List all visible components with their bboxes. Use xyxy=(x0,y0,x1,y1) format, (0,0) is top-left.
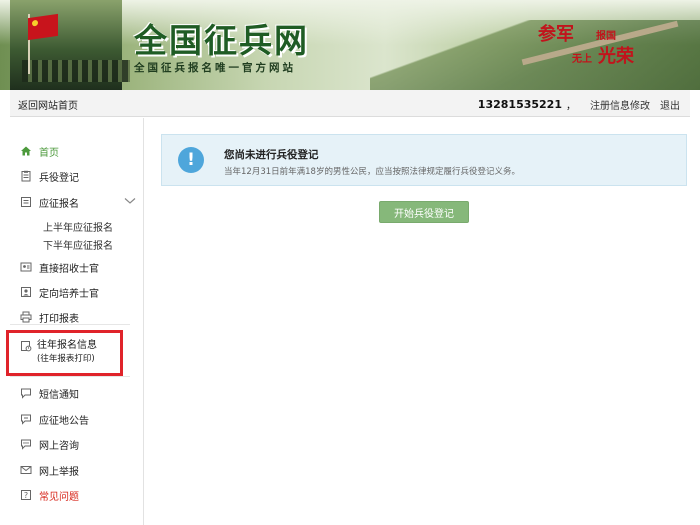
phone-separator: ， xyxy=(566,101,576,112)
announcement-icon xyxy=(20,413,32,425)
person-card-icon xyxy=(20,286,32,298)
troops-image xyxy=(10,0,130,90)
svg-text:?: ? xyxy=(24,491,28,500)
printer-icon xyxy=(20,311,32,323)
header-banner: 全国征兵网 全国征兵报名唯一官方网站 参军 报国 无上 光荣 xyxy=(0,0,700,90)
sidebar-divider xyxy=(10,376,130,377)
document-icon xyxy=(20,196,32,208)
registration-notice: ! 您尚未进行兵役登记 当年12月31日前年满18岁的男性公民，应当按照法律规定… xyxy=(161,134,687,186)
sidebar-item-home[interactable]: 首页 xyxy=(10,140,144,162)
top-bar: 返回网站首页 13281535221 ， 注册信息修改 退出 xyxy=(10,90,690,117)
sidebar-item-enlistment-application[interactable]: 应征报名 xyxy=(10,191,144,213)
user-phone: 13281535221 xyxy=(477,98,562,111)
sidebar-item-label: 网上咨询 xyxy=(39,440,79,452)
sidebar-item-label: 应征地公告 xyxy=(39,415,89,427)
id-card-icon xyxy=(20,261,32,273)
slogan-text-4: 光荣 xyxy=(598,46,634,67)
sidebar-item-direct-nco[interactable]: 直接招收士官 xyxy=(10,256,144,278)
edit-registration-link[interactable]: 注册信息修改 xyxy=(590,97,650,112)
sidebar-item-online-report[interactable]: 网上举报 xyxy=(10,459,144,481)
sidebar-item-online-consultation[interactable]: 网上咨询 xyxy=(10,433,144,455)
site-subtitle: 全国征兵报名唯一官方网站 xyxy=(134,62,296,74)
back-to-home-link[interactable]: 返回网站首页 xyxy=(18,97,78,112)
chat-icon xyxy=(20,387,32,399)
sidebar-item-label: 定向培养士官 xyxy=(39,288,99,300)
past-applications-label[interactable]: 往年报名信息 xyxy=(37,336,97,351)
notice-description: 当年12月31日前年满18岁的男性公民，应当按照法律规定履行兵役登记义务。 xyxy=(224,167,520,177)
sidebar-item-directed-nco[interactable]: 定向培养士官 xyxy=(10,281,144,303)
info-icon: ! xyxy=(178,147,204,173)
start-registration-button[interactable]: 开始兵役登记 xyxy=(379,201,469,223)
mail-icon xyxy=(20,464,32,476)
sidebar: 首页 兵役登记 应征报名 上半年应征报名 下半年应征报名 直接招收士官 定向培养… xyxy=(10,118,144,525)
past-applications-sublabel[interactable]: (往年报表打印) xyxy=(37,352,95,364)
clipboard-icon xyxy=(20,170,32,182)
sidebar-item-label: 网上举报 xyxy=(39,466,79,478)
home-icon xyxy=(20,145,32,157)
sidebar-item-label: 应征报名 xyxy=(39,198,79,210)
sidebar-subitem-first-half[interactable]: 上半年应征报名 xyxy=(43,219,113,234)
sidebar-divider xyxy=(10,324,130,325)
chevron-down-icon[interactable] xyxy=(124,197,136,208)
soldiers-row xyxy=(22,60,130,82)
sidebar-item-label: 常见问题 xyxy=(39,491,79,503)
sidebar-item-label: 打印报表 xyxy=(39,313,79,325)
slogan-calligraphy: 参军 报国 无上 光荣 xyxy=(530,14,650,74)
sidebar-item-label: 短信通知 xyxy=(39,389,79,401)
site-logo-title: 全国征兵网 xyxy=(134,21,309,60)
notice-title: 您尚未进行兵役登记 xyxy=(224,149,319,161)
sidebar-item-military-registration[interactable]: 兵役登记 xyxy=(10,165,144,187)
sidebar-subitem-second-half[interactable]: 下半年应征报名 xyxy=(43,237,113,252)
sidebar-item-label: 首页 xyxy=(39,147,59,159)
sidebar-item-label: 兵役登记 xyxy=(39,172,79,184)
sidebar-item-faq[interactable]: ? 常见问题 xyxy=(10,484,144,506)
user-info: 13281535221 ， 注册信息修改 退出 xyxy=(478,97,680,112)
sidebar-item-local-announcement[interactable]: 应征地公告 xyxy=(10,408,144,430)
slogan-text-2: 报国 xyxy=(596,31,616,42)
sidebar-item-sms-notice[interactable]: 短信通知 xyxy=(10,382,144,404)
logout-link[interactable]: 退出 xyxy=(660,97,680,112)
slogan-text-1: 参军 xyxy=(538,24,574,45)
chat-icon xyxy=(20,438,32,450)
slogan-text-3: 无上 xyxy=(572,54,592,65)
sidebar-item-label: 直接招收士官 xyxy=(39,263,99,275)
question-icon: ? xyxy=(20,489,32,501)
national-flag-icon xyxy=(28,13,58,41)
